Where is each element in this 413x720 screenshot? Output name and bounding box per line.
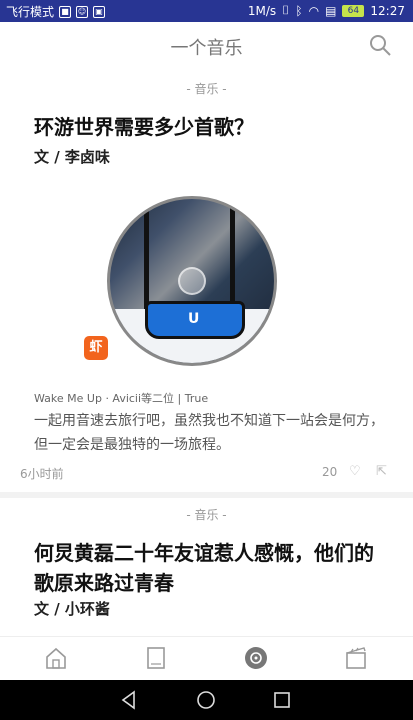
like-heart-icon[interactable]: ♡	[349, 464, 361, 479]
sim-icon: ▤	[325, 3, 337, 18]
album-cover[interactable]: U	[107, 196, 277, 366]
airplane-mode-text: 飞行模式	[6, 5, 55, 19]
movie-icon[interactable]	[343, 645, 369, 671]
article-author: 文 / 李卤味	[34, 148, 110, 166]
like-count: 20	[322, 465, 338, 479]
bluetooth-icon: ᛒ	[295, 3, 303, 18]
article-title[interactable]: 何炅黄磊二十年友谊惹人感慨，他们的歌原来路过青春	[34, 538, 384, 598]
image-notification-icon: ▣	[93, 5, 106, 18]
content-feed[interactable]: - 音乐 - 环游世界需要多少首歌？ 文 / 李卤味 U 虾 Wake Me U…	[0, 68, 413, 636]
song-info: Wake Me Up · Avicii等二位 | True	[34, 392, 209, 405]
category-tag: - 音乐 -	[186, 508, 227, 522]
system-nav-bar	[0, 680, 413, 720]
home-button-icon[interactable]	[194, 688, 218, 712]
app-notification-icon: ☺	[76, 5, 89, 18]
music-icon[interactable]	[243, 645, 269, 671]
share-icon[interactable]: ⇱	[376, 464, 387, 479]
article-description: 一起用音速去旅行吧，虽然我也不知道下一站会是何方，但一定会是最独特的一场旅程。	[34, 413, 384, 453]
time-ago: 6小时前	[20, 467, 64, 481]
back-icon[interactable]	[117, 688, 141, 712]
clock: 12:27	[370, 3, 405, 18]
battery-icon: 64	[342, 4, 365, 17]
page-title: 一个音乐	[170, 38, 243, 59]
bottom-nav	[0, 636, 413, 680]
xiami-logo[interactable]: 虾	[84, 336, 108, 360]
vibrate-icon: ⌷	[282, 3, 290, 17]
recents-icon[interactable]	[270, 688, 294, 712]
status-bar: 飞行模式 ■ ☺ ▣ 1M/s ⌷ ᛒ ◠ ▤ 64 12:27	[0, 0, 413, 22]
home-icon[interactable]	[43, 645, 69, 671]
search-icon[interactable]	[367, 32, 393, 58]
app-header: 一个音乐	[0, 22, 413, 68]
network-speed: 1M/s	[247, 3, 277, 18]
wifi-icon: ◠	[308, 3, 320, 18]
record-center	[178, 267, 206, 295]
notification-icon: ■	[59, 5, 72, 18]
reading-icon[interactable]	[143, 645, 169, 671]
article-author: 文 / 小环酱	[34, 600, 110, 618]
card-divider	[0, 492, 413, 498]
article-title[interactable]: 环游世界需要多少首歌？	[34, 112, 384, 142]
status-right: 1M/s ⌷ ᛒ ◠ ▤ 64 12:27	[248, 3, 405, 18]
status-left: 飞行模式 ■ ☺ ▣	[6, 3, 106, 20]
category-tag: - 音乐 -	[186, 82, 227, 96]
